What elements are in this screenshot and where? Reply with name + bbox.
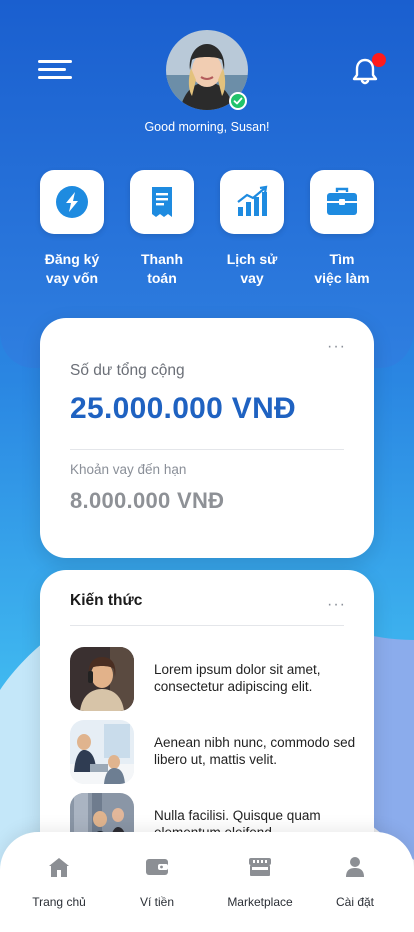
article-text: Lorem ipsum dolor sit amet, consectetur … bbox=[154, 662, 321, 694]
bottom-navigation: Trang chủ Ví tiền Marketplace Cài đặt bbox=[0, 832, 414, 932]
notification-badge bbox=[372, 53, 386, 67]
nav-label: Trang chủ bbox=[32, 895, 86, 909]
article-text: Aenean nibh nunc, commodo sed libero ut,… bbox=[154, 735, 356, 767]
more-options-icon[interactable]: ··· bbox=[327, 339, 346, 355]
action-label: Đăng ký vay vốn bbox=[44, 251, 100, 286]
nav-label: Marketplace bbox=[227, 895, 293, 909]
article-thumbnail bbox=[70, 647, 134, 711]
hamburger-menu-icon[interactable] bbox=[38, 58, 74, 82]
balance-card: ··· Số dư tổng cộng 25.000.000 VNĐ Khoản… bbox=[40, 318, 374, 558]
action-tile[interactable] bbox=[220, 170, 284, 234]
nav-settings[interactable]: Cài đặt bbox=[310, 856, 400, 909]
online-status-icon bbox=[229, 92, 247, 110]
balance-label: Số dư tổng cộng bbox=[70, 362, 185, 379]
briefcase-icon bbox=[327, 187, 357, 215]
action-loan-history[interactable]: Lịch sử vay bbox=[207, 170, 297, 288]
home-icon bbox=[49, 858, 69, 877]
nav-label: Cài đặt bbox=[335, 895, 375, 909]
notification-button[interactable] bbox=[350, 53, 386, 86]
article-item[interactable]: Aenean nibh nunc, commodo sed libero ut,… bbox=[70, 720, 360, 784]
nav-home[interactable]: Trang chủ bbox=[14, 856, 104, 909]
nav-wallet[interactable]: Ví tiền bbox=[112, 856, 202, 909]
action-label: Lịch sử vay bbox=[226, 251, 278, 286]
nav-marketplace[interactable]: Marketplace bbox=[215, 856, 305, 909]
divider bbox=[70, 449, 344, 450]
article-item[interactable]: Lorem ipsum dolor sit amet, consectetur … bbox=[70, 647, 360, 711]
action-find-job[interactable]: Tìm việc làm bbox=[297, 170, 387, 288]
user-icon bbox=[346, 857, 364, 877]
knowledge-title: Kiến thức bbox=[70, 592, 143, 609]
action-label: Tìm việc làm bbox=[314, 251, 370, 286]
balance-value: 25.000.000 VNĐ bbox=[70, 392, 297, 425]
loan-app-icon bbox=[56, 186, 88, 218]
divider bbox=[70, 625, 344, 626]
action-loan-application[interactable]: Đăng ký vay vốn bbox=[27, 170, 117, 288]
more-options-icon[interactable]: ··· bbox=[327, 597, 346, 613]
receipt-icon bbox=[152, 187, 172, 217]
article-thumbnail bbox=[70, 720, 134, 784]
action-tile[interactable] bbox=[40, 170, 104, 234]
action-payment[interactable]: Thanh toán bbox=[117, 170, 207, 288]
action-tile[interactable] bbox=[310, 170, 374, 234]
nav-label: Ví tiền bbox=[139, 895, 175, 909]
chart-growth-icon bbox=[237, 185, 268, 216]
store-icon bbox=[249, 858, 271, 876]
due-loan-label: Khoản vay đến hạn bbox=[70, 462, 187, 477]
quick-actions: Đăng ký vay vốn Thanh toán Lịch sử vay T… bbox=[0, 170, 414, 300]
due-loan-value: 8.000.000 VNĐ bbox=[70, 488, 225, 513]
wallet-icon bbox=[146, 859, 168, 875]
action-label: Thanh toán bbox=[141, 251, 183, 286]
action-tile[interactable] bbox=[130, 170, 194, 234]
greeting-text: Good morning, Susan! bbox=[144, 120, 270, 134]
